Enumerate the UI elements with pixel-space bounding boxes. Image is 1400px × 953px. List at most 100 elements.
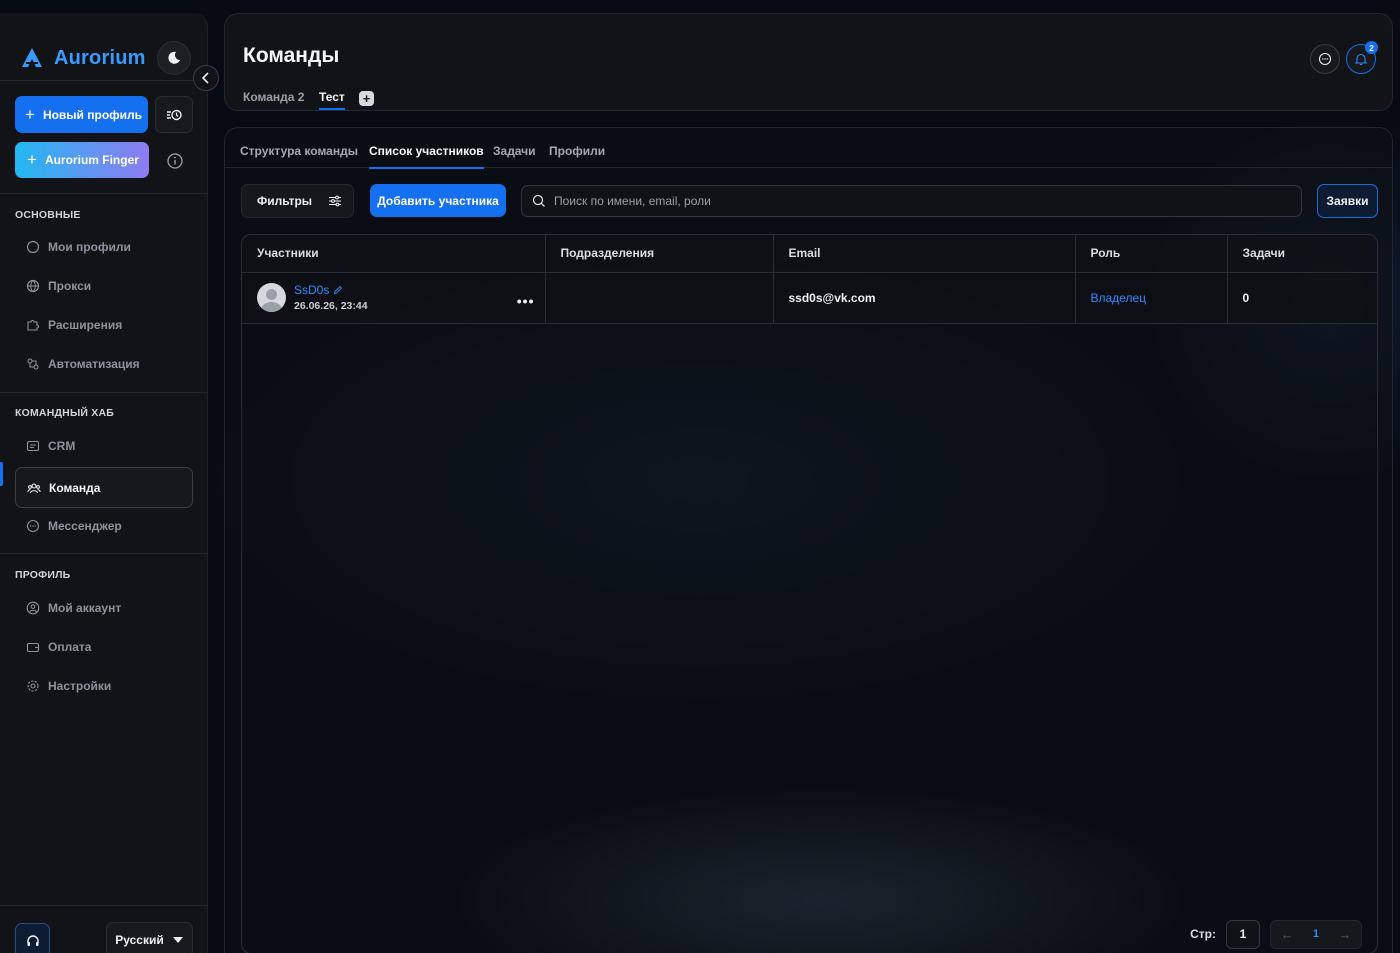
sidebar-item-label: Настройки: [48, 679, 112, 693]
chat-icon: [26, 519, 40, 533]
brand-name: Aurorium: [54, 46, 146, 69]
plus-icon: +: [27, 150, 37, 169]
column-header-members[interactable]: Участники: [242, 235, 546, 273]
table-header-row: Участники Подразделения Email Роль Задач…: [242, 235, 1377, 273]
page-label: Стр:: [1190, 927, 1216, 941]
sidebar-item-my-profiles[interactable]: Мои профили: [15, 232, 193, 262]
sidebar-item-label: CRM: [48, 439, 76, 453]
aurorium-finger-button[interactable]: + Aurorium Finger: [15, 142, 149, 178]
sidebar-item-extensions[interactable]: Расширения: [15, 310, 193, 340]
role-link[interactable]: Владелец: [1091, 291, 1147, 305]
crm-icon: [26, 440, 40, 452]
page-navigator: ← 1 →: [1270, 919, 1362, 949]
collapse-sidebar-button[interactable]: [193, 65, 219, 91]
sliders-icon: [329, 195, 342, 207]
sidebar-item-automation[interactable]: Автоматизация: [15, 349, 193, 379]
tab-profiles[interactable]: Профили: [549, 144, 605, 158]
profile-history-button[interactable]: [155, 96, 193, 133]
page-input[interactable]: 1: [1226, 919, 1260, 949]
filters-button[interactable]: Фильтры: [241, 184, 354, 218]
search-icon: [532, 194, 545, 207]
divider: [0, 193, 208, 194]
sidebar-item-label: Мои профили: [48, 240, 131, 254]
support-button[interactable]: [15, 923, 50, 953]
theme-toggle-button[interactable]: [157, 41, 191, 75]
arrow-right-icon[interactable]: →: [1338, 927, 1351, 942]
divider: [0, 553, 208, 554]
requests-button[interactable]: Заявки: [1317, 184, 1378, 218]
plus-icon: +: [25, 104, 35, 124]
divider: [0, 80, 208, 81]
globe-icon: [26, 279, 40, 293]
notifications-button[interactable]: 2: [1346, 41, 1378, 74]
aurorium-logo-icon: [22, 48, 42, 67]
sidebar-item-my-account[interactable]: Мой аккаунт: [15, 593, 193, 623]
finger-label: Aurorium Finger: [44, 153, 139, 167]
team-tab-test[interactable]: Тест: [319, 90, 345, 110]
language-value: Русский: [115, 932, 164, 947]
pencil-icon[interactable]: [333, 285, 343, 295]
new-profile-button[interactable]: + Новый профиль: [15, 96, 148, 133]
add-member-button[interactable]: Добавить участника: [370, 184, 506, 217]
info-icon[interactable]: [166, 152, 184, 170]
member-joined-date: 26.06.26, 23:44: [294, 300, 368, 312]
table-row[interactable]: SsD0s 26.06.26, 23:44 ••• ssd0s@vk.com В…: [242, 272, 1377, 324]
bell-icon: [1354, 53, 1368, 66]
section-title-profile: ПРОФИЛЬ: [15, 569, 71, 581]
member-name-link[interactable]: SsD0s: [294, 283, 329, 297]
tab-team-structure[interactable]: Структура команды: [240, 144, 358, 158]
sidebar-item-payment[interactable]: Оплата: [15, 632, 193, 662]
sidebar-item-label: Мессенджер: [48, 519, 122, 533]
tab-members-list[interactable]: Список участников: [369, 144, 484, 169]
avatar: [257, 283, 286, 312]
chevron-down-icon: [172, 936, 183, 943]
tab-tasks[interactable]: Задачи: [493, 144, 536, 158]
messages-button[interactable]: [1310, 44, 1340, 74]
search-input[interactable]: [554, 194, 1254, 208]
notification-count-badge: 2: [1365, 41, 1378, 54]
page-header: Команды Команда 2 Тест + 2: [224, 13, 1393, 111]
sidebar-item-label: Команда: [49, 480, 101, 495]
team-tab-komanda-2[interactable]: Команда 2: [243, 90, 304, 104]
gear-icon: [27, 680, 39, 692]
moon-icon: [168, 51, 180, 64]
column-header-email[interactable]: Email: [773, 235, 1076, 273]
team-icon: [27, 482, 41, 493]
arrow-left-icon[interactable]: ←: [1281, 927, 1294, 942]
divider: [0, 905, 208, 906]
current-page-number[interactable]: 1: [1313, 928, 1319, 940]
team-subtabs: Структура команды Список участников Зада…: [225, 128, 1392, 169]
add-team-button[interactable]: +: [359, 91, 374, 106]
puzzle-icon: [27, 320, 39, 331]
column-header-role[interactable]: Роль: [1075, 235, 1228, 273]
sidebar-item-label: Оплата: [48, 640, 92, 654]
sidebar-item-label: Автоматизация: [48, 357, 140, 371]
sidebar-item-messenger[interactable]: Мессенджер: [15, 511, 193, 541]
row-menu-button[interactable]: •••: [517, 293, 535, 309]
member-cell: SsD0s 26.06.26, 23:44 •••: [242, 272, 546, 324]
history-icon: [167, 109, 182, 120]
pagination: Стр: 1 ← 1 →: [241, 914, 1378, 953]
section-title-main: ОСНОВНЫЕ: [15, 209, 81, 221]
sidebar-item-team[interactable]: Команда: [15, 467, 193, 508]
tasks-cell: 0: [1227, 272, 1377, 324]
section-title-team-hub: КОМАНДНЫЙ ХАБ: [15, 407, 115, 419]
role-cell: Владелец: [1075, 272, 1228, 324]
active-item-marker: [0, 462, 3, 486]
chevron-left-icon: [201, 72, 209, 84]
automation-icon: [27, 358, 39, 370]
filters-label: Фильтры: [257, 194, 313, 208]
brand[interactable]: Aurorium: [20, 46, 146, 70]
sidebar-item-proxy[interactable]: Прокси: [15, 271, 193, 301]
chat-bubble-icon: [1318, 52, 1332, 66]
new-profile-label: Новый профиль: [42, 107, 143, 122]
team-members-panel: Структура команды Список участников Зада…: [224, 127, 1393, 953]
members-table: Участники Подразделения Email Роль Задач…: [241, 234, 1378, 953]
sidebar-item-crm[interactable]: CRM: [15, 431, 193, 461]
column-header-tasks[interactable]: Задачи: [1227, 235, 1377, 273]
language-select[interactable]: Русский: [106, 922, 193, 953]
sidebar-item-label: Мой аккаунт: [48, 601, 122, 615]
sidebar-item-settings[interactable]: Настройки: [15, 671, 193, 701]
user-icon: [26, 601, 40, 615]
column-header-departments[interactable]: Подразделения: [545, 235, 774, 273]
